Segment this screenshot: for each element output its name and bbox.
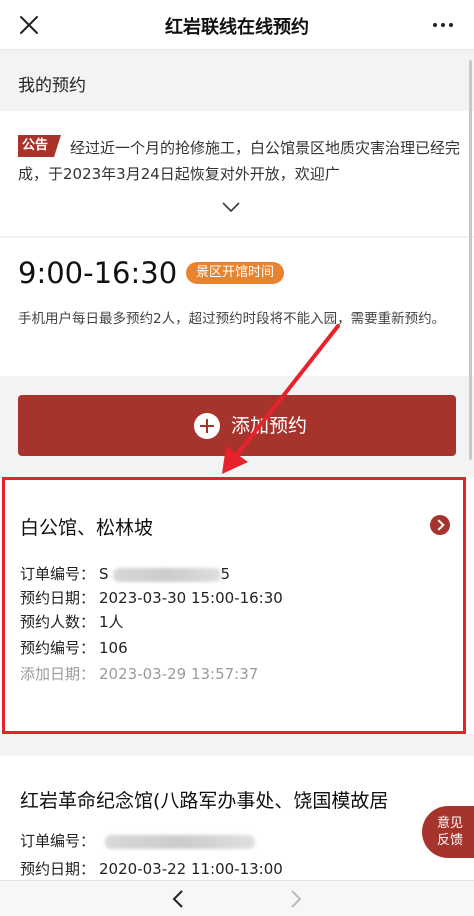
page-title: 红岩联线在线预约 (165, 17, 309, 38)
reservation-number-label: 预约编号： (20, 639, 96, 657)
opening-hours: 9:00-16:30 景区开馆时间 手机用户每日最多预约2人，超过预约时段将不能… (0, 238, 474, 376)
order-number-suffix: 5 (220, 565, 231, 583)
section-header: 我的预约 (0, 51, 474, 111)
add-reservation-label: 添加预约 (231, 415, 308, 437)
order-number-row: 订单编号： (20, 830, 256, 851)
feedback-label-1: 意见 (436, 816, 463, 831)
feedback-button[interactable]: 意见 反馈 (422, 806, 474, 858)
reservation-date-value: 2023-03-30 15:00-16:30 (99, 589, 283, 607)
order-number-prefix: S (99, 565, 109, 583)
order-number-label: 订单编号： (20, 565, 96, 583)
reservation-title: 红岩革命纪念馆(八路军办事处、饶国模故居 (20, 790, 389, 812)
chevron-right-icon[interactable] (284, 888, 306, 910)
order-number-row: 订单编号： S 5 (20, 563, 230, 584)
chevron-right-icon[interactable] (430, 515, 450, 535)
people-count-row: 预约人数： 1人 (20, 611, 124, 632)
order-number-label: 订单编号： (20, 832, 96, 850)
nav-bar: 红岩联线在线预约 (0, 0, 474, 50)
feedback-label-2: 反馈 (436, 833, 463, 848)
hours-time: 9:00-16:30 (18, 256, 178, 290)
add-reservation-button[interactable]: 添加预约 (18, 395, 456, 456)
order-number-redacted (105, 834, 256, 849)
reservation-date-value: 2020-03-22 11:00-13:00 (99, 860, 283, 878)
reservation-number-value: 106 (99, 639, 128, 657)
reservation-date-label: 预约日期： (20, 589, 96, 607)
reservation-number-row: 预约编号： 106 (20, 637, 128, 658)
scrollbar[interactable] (469, 60, 472, 460)
hours-note: 手机用户每日最多预约2人，超过预约时段将不能入园，需要重新预约。 (18, 311, 446, 327)
reservation-date-label: 预约日期： (20, 860, 96, 878)
more-icon[interactable] (428, 10, 458, 40)
reservation-card[interactable]: 白公馆、松林坡 订单编号： S 5 预约日期： 2023-03-30 15:00-16… (0, 477, 474, 734)
chevron-left-icon[interactable] (168, 888, 190, 910)
notice-panel[interactable]: 经过近一个月的抢修施工，白公馆景区地质灾害治理已经完成，于2023年3月24日起… (0, 111, 474, 237)
people-count-label: 预约人数： (20, 613, 96, 631)
added-date-row: 添加日期： 2023-03-29 13:57:37 (20, 663, 258, 684)
notice-text: 经过近一个月的抢修施工，白公馆景区地质灾害治理已经完成，于2023年3月24日起… (18, 139, 461, 183)
reservation-title: 白公馆、松林坡 (20, 517, 154, 539)
added-date-value: 2023-03-29 13:57:37 (99, 665, 259, 683)
added-date-label: 添加日期： (20, 665, 96, 683)
people-count-value: 1人 (99, 613, 124, 631)
reservation-date-row: 预约日期： 2023-03-30 15:00-16:30 (20, 587, 283, 608)
reservation-date-row: 预约日期： 2020-03-22 11:00-13:00 (20, 858, 283, 879)
plus-icon (194, 413, 220, 439)
chevron-down-icon[interactable] (221, 199, 241, 213)
hours-tag: 景区开馆时间 (186, 262, 285, 284)
notice-badge: 公告 (18, 135, 62, 157)
bottom-toolbar (0, 880, 474, 916)
section-title: 我的预约 (18, 76, 86, 96)
order-number-redacted (112, 567, 221, 582)
